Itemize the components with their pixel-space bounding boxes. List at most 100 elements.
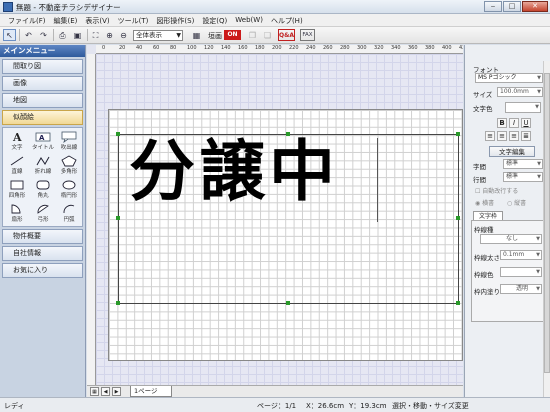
menu-shape[interactable]: 図形操作(S) [152,14,198,26]
zoom-in-icon[interactable]: ⊕ [103,29,116,41]
ruler-tick-label: 140 [221,45,231,51]
menu-web[interactable]: Web(W) [231,14,267,26]
print-icon[interactable]: ⎙ [56,29,69,41]
prev-page-icon[interactable]: ◀ [101,387,110,396]
app-icon [3,2,13,12]
menu-edit[interactable]: 編集(E) [50,14,82,26]
qa-button[interactable]: Q&A [278,29,295,41]
ruler-tick-label: 80 [170,45,177,51]
frame-width-select[interactable]: 0.1mm ▼ [500,250,542,260]
tool-ellipse[interactable]: 楕円形 [56,178,82,200]
panel-scrollbar[interactable] [543,61,550,397]
line-spacing-select[interactable]: 標準 ▼ [503,172,543,182]
page-tab-1[interactable]: 1ページ [130,386,172,397]
redo-icon[interactable]: ↷ [37,29,50,41]
maximize-button[interactable]: □ [503,1,521,12]
line-spacing-value: 標準 [506,173,519,180]
zoom-out-icon[interactable]: ⊖ [117,29,130,41]
minimize-button[interactable]: ‒ [484,1,502,12]
resize-handle[interactable] [456,301,460,305]
menu-tools[interactable]: ツール(T) [114,14,153,26]
next-page-icon[interactable]: ▶ [112,387,121,396]
align-justify-icon[interactable]: ≣ [521,131,531,141]
tool-text[interactable]: A 文字 [4,130,30,152]
select-pointer-icon[interactable]: ↖ [3,29,16,41]
grid-icon[interactable]: ▦ [190,29,203,41]
tool-label: タイトル [31,145,54,151]
tool-sector[interactable]: 扇形 [4,202,30,224]
save-icon[interactable]: ▣ [71,29,84,41]
menu-map[interactable]: 地図 [2,93,83,108]
shape-tool-grid: A 文字 A タイトル 吹出線 直線 折れ線 多角形 四角形 角丸 楕円形 扇形… [2,127,83,227]
resize-handle[interactable] [456,216,460,220]
flyer-page[interactable]: 分譲中 [108,109,463,361]
tool-balloon[interactable]: 吹出線 [56,130,82,152]
undo-icon[interactable]: ↶ [22,29,35,41]
menu-image[interactable]: 画像 [2,76,83,91]
menu-settings[interactable]: 設定(Q) [198,14,231,26]
resize-handle[interactable] [286,301,290,305]
menu-floorplan[interactable]: 間取り図 [2,59,83,74]
frame-color-picker[interactable]: ▼ [500,267,542,277]
align-left-icon[interactable]: ≡ [485,131,495,141]
italic-button[interactable]: I [509,118,519,128]
align-right-icon[interactable]: ≡ [509,131,519,141]
frame-fill-select[interactable]: 透明 ▼ [500,284,542,294]
menu-portrait[interactable]: 似顔絵 [2,110,83,125]
tool-rectangle[interactable]: 四角形 [4,178,30,200]
tool-chord[interactable]: 弓形 [30,202,56,224]
paste-icon[interactable]: ❏ [261,29,274,41]
tool-polyline[interactable]: 折れ線 [30,154,56,176]
chevron-down-icon: ▼ [537,75,541,81]
menu-favorites[interactable]: お気に入り [2,263,83,278]
zoom-select[interactable]: 全体表示 ▼ [133,30,183,41]
resize-handle[interactable] [116,216,120,220]
size-select[interactable]: 100.0mm ▼ [497,87,543,97]
char-spacing-select[interactable]: 標準 ▼ [503,159,543,169]
menu-view[interactable]: 表示(V) [81,14,113,26]
vertical-radio[interactable]: ○ 縦書 [507,198,526,207]
resize-handle[interactable] [116,301,120,305]
scrollbar-thumb[interactable] [544,73,550,373]
align-center-icon[interactable]: ≡ [497,131,507,141]
tool-polygon[interactable]: 多角形 [56,154,82,176]
menu-help[interactable]: ヘルプ(H) [267,14,307,26]
size-label: サイズ [473,91,493,99]
text-edit-button[interactable]: 文字編集 [489,146,535,157]
menu-property-overview[interactable]: 物件概要 [2,229,83,244]
fit-page-icon[interactable]: ⛶ [89,29,102,41]
status-ready: レディ [4,402,25,410]
resize-handle[interactable] [456,132,460,136]
horizontal-radio[interactable]: ◉ 横書 [475,198,494,207]
ruler-tick-label: 60 [153,45,160,51]
font-select[interactable]: MS Pゴシック ▼ [475,73,543,83]
ruler-tick-label: 420 [459,45,463,51]
tool-line[interactable]: 直線 [4,154,30,176]
menu-file[interactable]: ファイル(F) [4,14,50,26]
headline-text[interactable]: 分譲中 [129,132,339,212]
page-list-icon[interactable]: ▦ [90,387,99,396]
frame-type-label: 枠線種 [474,226,494,234]
status-x: X：26.6cm [306,402,345,410]
menu-company-info[interactable]: 自社情報 [2,246,83,261]
bold-button[interactable]: B [497,118,507,128]
text-color-picker[interactable]: ▼ [505,102,541,113]
property-panel: フォント MS Pゴシック ▼ サイズ 100.0mm ▼ 文字色 ▼ B I … [464,45,550,397]
tool-label: 扇形 [11,217,23,223]
tool-title[interactable]: A タイトル [30,130,56,152]
close-button[interactable]: ✕ [522,1,548,12]
resize-handle[interactable] [116,132,120,136]
frame-type-select[interactable]: なし ▼ [480,234,542,244]
tool-rounded-rect[interactable]: 角丸 [30,178,56,200]
tool-label: 文字 [11,145,23,151]
tool-arc[interactable]: 円弧 [56,202,82,224]
canvas-background[interactable]: 分譲中 [96,54,463,385]
status-mode: 選択・移動・サイズ変更 [392,402,469,410]
grid-on-toggle[interactable]: ON [224,30,241,40]
fax-button[interactable]: FAX [300,29,315,41]
underline-button[interactable]: U [521,118,531,128]
auto-wrap-checkbox[interactable]: ☐ 自動改行する [475,186,518,195]
copy-icon[interactable]: ❐ [246,29,259,41]
frame-width-value: 0.1mm [503,251,525,258]
frame-width-label: 枠線太さ [474,254,500,262]
